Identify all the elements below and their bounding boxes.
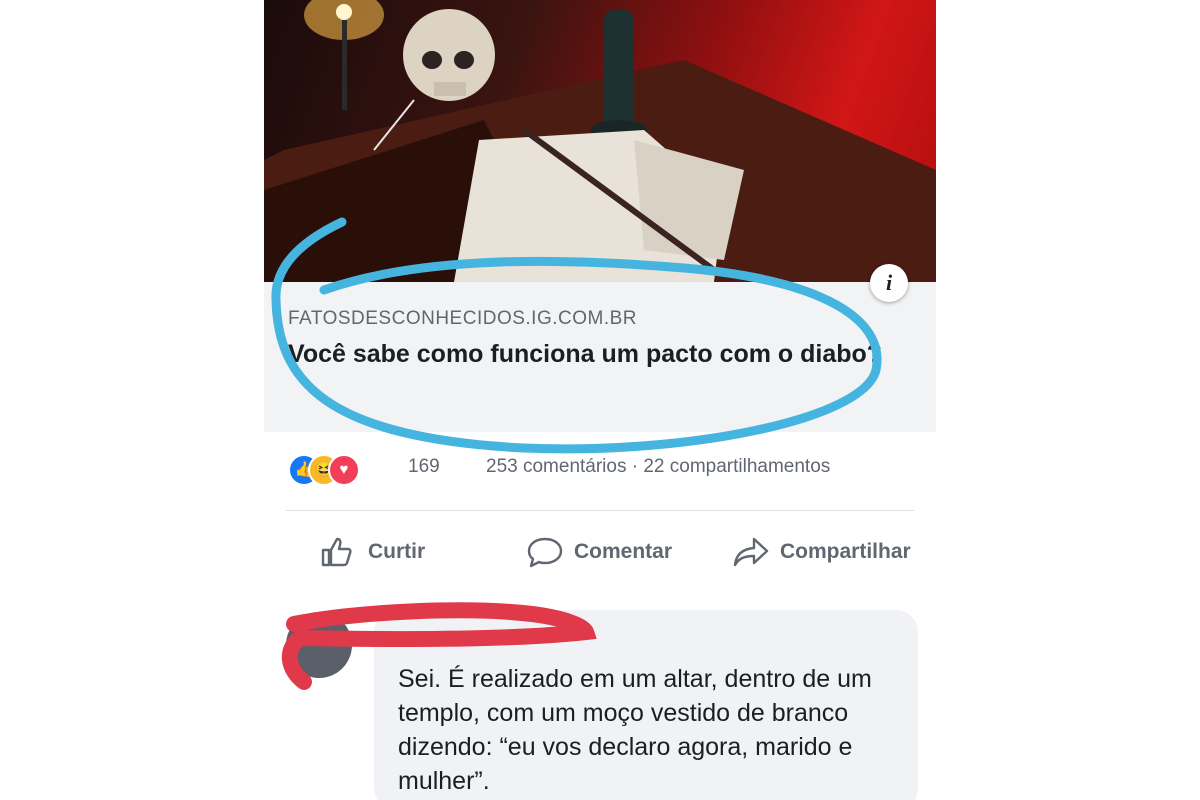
divider — [286, 510, 914, 511]
comment-label: Comentar — [574, 540, 673, 563]
comment-text: Sei. É realizado em um altar, dentro de … — [398, 665, 872, 795]
altar-photo-illustration — [264, 0, 936, 282]
info-icon[interactable]: i — [870, 264, 908, 302]
link-domain: FATOSDESCONHECIDOS.IG.COM.BR — [288, 308, 638, 329]
reaction-icons[interactable]: 👍 😆 ♥ — [288, 454, 368, 486]
share-arrow-icon — [733, 537, 769, 567]
avatar[interactable] — [286, 612, 352, 678]
link-preview-footer[interactable]: FATOSDESCONHECIDOS.IG.COM.BR Você sabe c… — [264, 282, 936, 432]
link-title[interactable]: Você sabe como funciona um pacto com o d… — [288, 338, 888, 370]
comment: Sei. É realizado em um altar, dentro de … — [264, 604, 936, 800]
reaction-count[interactable]: 169 — [408, 456, 440, 478]
speech-bubble-icon — [527, 537, 563, 568]
comment-bubble: Sei. É realizado em um altar, dentro de … — [374, 610, 918, 800]
comments-shares-count[interactable]: 253 comentários · 22 compartilhamentos — [486, 456, 830, 478]
thumbs-up-icon — [321, 537, 352, 567]
share-label: Compartilhar — [780, 540, 911, 563]
post-card: FATOSDESCONHECIDOS.IG.COM.BR Você sabe c… — [264, 0, 936, 800]
post-link-image[interactable] — [264, 0, 936, 282]
post-stats-bar: 👍 😆 ♥ 169 253 comentários · 22 compartil… — [284, 448, 924, 488]
like-label: Curtir — [368, 540, 426, 563]
love-reaction-icon: ♥ — [328, 454, 360, 486]
